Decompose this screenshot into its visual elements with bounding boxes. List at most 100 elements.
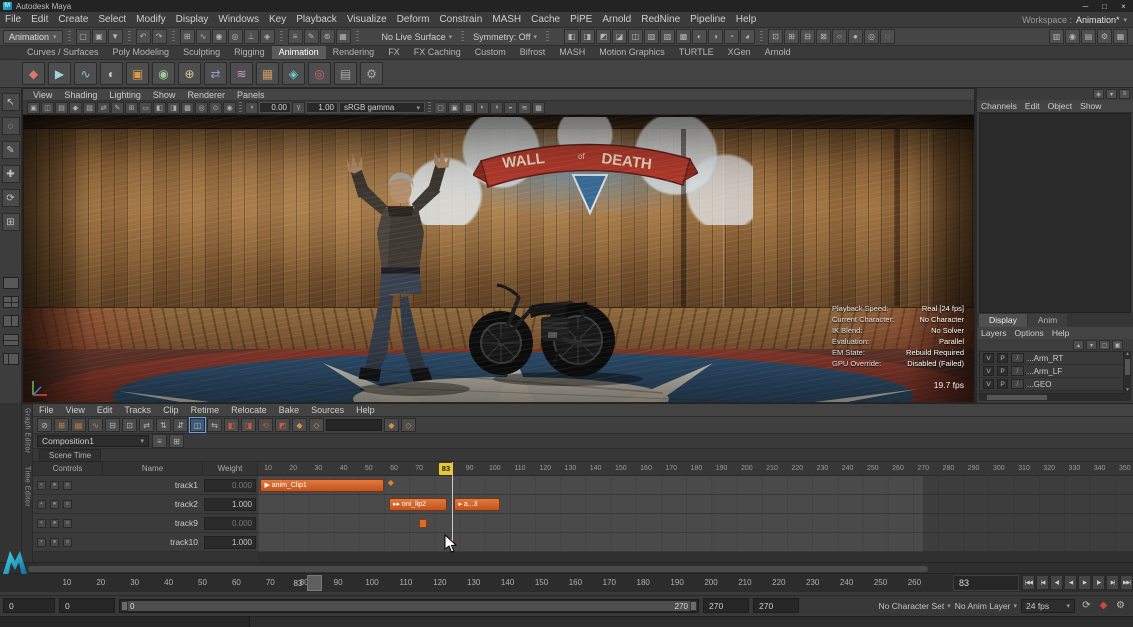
anim-layer-selector[interactable]: No Anim Layer ▾ [955, 601, 1017, 611]
layer-type-icon[interactable]: / [1011, 366, 1024, 376]
playback-loop-icon[interactable]: ⟳ [1079, 600, 1094, 611]
frame-all-icon[interactable]: ⊡ [122, 418, 137, 432]
paint-select-tool-icon[interactable]: ✎ [1, 141, 20, 159]
layout-four-pane-button[interactable] [2, 296, 19, 308]
pin-panel-icon[interactable]: ◈ [1093, 89, 1104, 99]
open-scene-icon[interactable]: ▣ [91, 29, 107, 44]
navigate-up-icon[interactable]: ⇅ [156, 418, 171, 432]
field-chart-icon[interactable]: ▩ [181, 101, 194, 114]
shelf-tab[interactable]: Curves / Surfaces [20, 46, 106, 59]
menubar-item[interactable]: Key [264, 14, 291, 25]
tool-settings-icon[interactable]: ⚙ [1097, 29, 1112, 44]
display-layer-row[interactable]: V P / ...Arm_RT [980, 352, 1123, 365]
mute-track-icon[interactable]: ⊘ [37, 418, 52, 432]
go-to-end-button[interactable]: ▶▶| [1120, 575, 1133, 590]
snap-to-view-plane-icon[interactable]: ⊥ [243, 29, 259, 44]
step-into-icon[interactable]: ⇵ [173, 418, 188, 432]
paint-effects-icon[interactable]: ▧ [643, 29, 659, 44]
selection-mask-icon[interactable]: ⊚ [319, 29, 335, 44]
snap-to-grid-icon[interactable]: ⊞ [179, 29, 195, 44]
time-editor-menu-item[interactable]: Help [350, 405, 381, 415]
track-mute-icon[interactable]: ▪ [37, 537, 46, 547]
shelf-anim-curves-icon[interactable]: ≋ [230, 62, 253, 85]
safe-title-icon[interactable]: ⊙ [209, 101, 222, 114]
close-button[interactable]: × [1114, 2, 1133, 11]
animation-end-field[interactable]: 270 [753, 598, 799, 613]
shelf-retarget-icon[interactable]: ◈ [282, 62, 305, 85]
motion-blur-icon[interactable]: ≋ [518, 101, 531, 114]
track-row[interactable]: ▪ ● ≡ track2 1.000 [33, 495, 258, 514]
character-set-selector[interactable]: No Character Set ▾ [879, 601, 951, 611]
time-editor-menu-item[interactable]: Edit [91, 405, 119, 415]
shelf-editor-icon[interactable]: ▤ [334, 62, 357, 85]
animation-preferences-icon[interactable]: ⚙ [1113, 600, 1128, 611]
menubar-item[interactable]: Arnold [597, 14, 636, 25]
shelf-tab[interactable]: Rendering [326, 46, 382, 59]
play-backwards-button[interactable]: ◀ [1064, 575, 1077, 590]
add-track-icon[interactable]: ⊞ [54, 418, 69, 432]
track-mute-icon[interactable]: ▪ [37, 480, 46, 490]
uv-editor-icon[interactable]: ▨ [659, 29, 675, 44]
grid-display-icon[interactable]: ⊞ [125, 101, 138, 114]
shelf-tab[interactable]: Poly Modeling [106, 46, 177, 59]
textured-mode-icon[interactable]: ▨ [462, 101, 475, 114]
scene-time-tab[interactable]: Scene Time [39, 448, 102, 462]
rotate-tool-icon[interactable]: ⟳ [1, 189, 20, 207]
shelf-tab[interactable]: Bifrost [513, 46, 553, 59]
composition-options-icon[interactable]: ≡ [152, 434, 167, 448]
layer-type-icon[interactable]: / [1011, 379, 1024, 389]
viewport-menu-item[interactable]: Renderer [181, 90, 231, 100]
horizontal-scrollbar[interactable] [28, 566, 928, 572]
menubar-item[interactable]: Constrain [434, 14, 487, 25]
layer-editor-tab[interactable]: Anim [1027, 314, 1068, 327]
lock-camera-icon[interactable]: ◫ [41, 101, 54, 114]
previous-key-button[interactable]: |◀ [1036, 575, 1049, 590]
time-slider-ruler[interactable]: 10 20 30 40 50 60 70 80 90 100 110 120 130 140 150 160 1… [0, 574, 950, 592]
shelf-tab[interactable]: XGen [721, 46, 758, 59]
menu-set-dropdown[interactable]: Animation ▾ [3, 29, 63, 44]
viewport-menu-item[interactable]: Panels [231, 90, 271, 100]
graph-editor-icon[interactable]: ◑ [707, 29, 723, 44]
layer-editor-menu-item[interactable]: Help [1048, 328, 1073, 338]
time-slider[interactable]: 10 20 30 40 50 60 70 80 90 100 110 120 130 140 150 160 1… [0, 574, 1133, 592]
menubar-item[interactable]: RedNine [636, 14, 685, 25]
key-outline-icon[interactable]: ◇ [401, 418, 416, 432]
layout-two-pane-stacked-button[interactable] [2, 334, 19, 346]
track-mute-icon[interactable]: ▪ [37, 499, 46, 509]
key-diamond-icon[interactable]: ◆ [384, 418, 399, 432]
divider[interactable] [355, 30, 359, 43]
shadows-icon[interactable]: ◑ [490, 101, 503, 114]
trim-clip-icon[interactable]: ◨ [241, 418, 256, 432]
menubar-item[interactable]: Deform [392, 14, 435, 25]
divider[interactable] [279, 30, 283, 43]
shelf-ik-handle-icon[interactable]: ⇄ [204, 62, 227, 85]
shelf-playblast-icon[interactable]: ▶ [48, 62, 71, 85]
shaded-mode-icon[interactable]: ▣ [448, 101, 461, 114]
shelf-motion-trail-icon[interactable]: ∿ [74, 62, 97, 85]
viewport-scene[interactable]: WALL of DEATH Playback Speed: Real [24 f… [23, 115, 974, 402]
move-tool-icon[interactable]: ✚ [1, 165, 20, 183]
track-row[interactable]: ▪ ● ≡ track10 1.000 [33, 533, 258, 552]
menubar-item[interactable]: PiPE [565, 14, 597, 25]
shelf-tab[interactable]: Custom [468, 46, 513, 59]
channel-box-empty-area[interactable] [979, 113, 1131, 313]
layer-list-hscrollbar[interactable] [979, 394, 1131, 401]
time-editor-menu-item[interactable]: Retime [185, 405, 226, 415]
gamma-icon[interactable]: γ [292, 101, 305, 114]
panel-menu-icon[interactable]: ≡ [1119, 89, 1130, 99]
shelf-constraint-icon[interactable]: ⊕ [178, 62, 201, 85]
time-editor-menu-item[interactable]: Bake [273, 405, 306, 415]
snap-to-point-icon[interactable]: ◉ [211, 29, 227, 44]
light-editor-icon[interactable]: ◫ [627, 29, 643, 44]
shelf-tab[interactable]: Animation [271, 46, 326, 59]
layout-outliner-persp-button[interactable] [2, 353, 19, 365]
time-slider-playhead[interactable] [307, 575, 323, 591]
time-editor-menu-item[interactable]: File [33, 405, 60, 415]
menubar-item[interactable]: Visualize [342, 14, 392, 25]
gate-mask-icon[interactable]: ◨ [167, 101, 180, 114]
modeling-toolkit-icon[interactable]: ▥ [1049, 29, 1064, 44]
layout-single-button[interactable] [2, 277, 19, 289]
track-name[interactable]: track2 [72, 499, 204, 509]
safe-action-icon[interactable]: ◎ [195, 101, 208, 114]
track-solo-icon[interactable]: ● [50, 480, 59, 490]
